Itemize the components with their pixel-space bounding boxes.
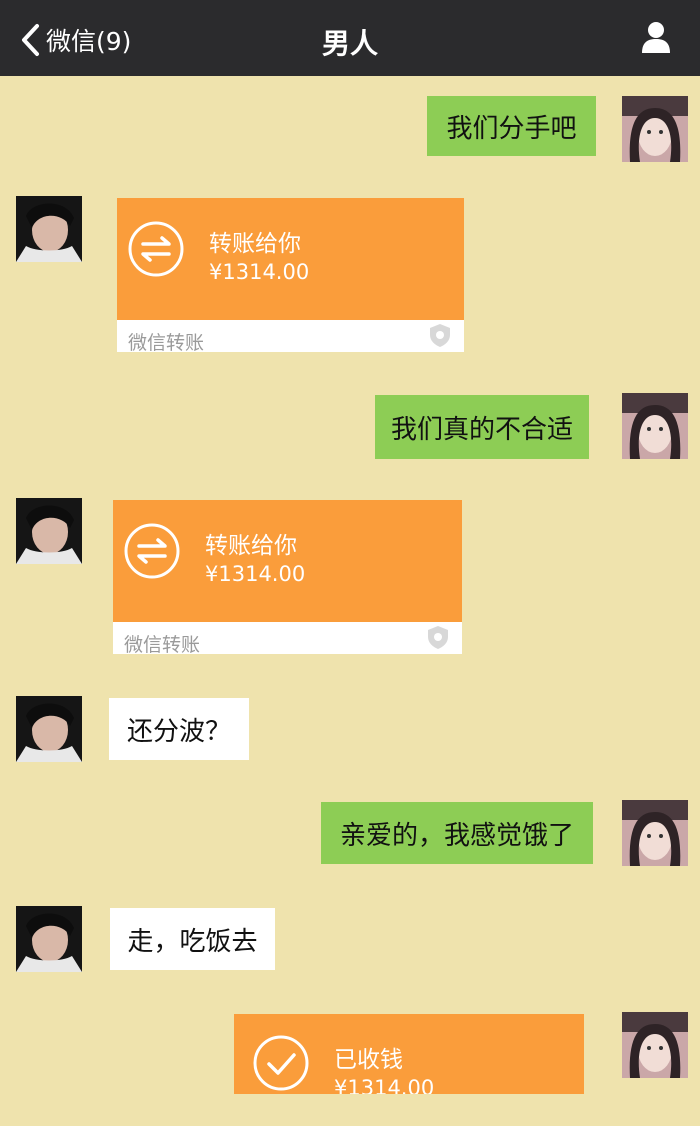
received-transfer-card[interactable]: 已收钱 ¥1314.00 xyxy=(234,1014,584,1094)
my-message-bubble[interactable]: 我们真的不合适 xyxy=(375,395,589,459)
message-row: 走，吃饭去 xyxy=(0,906,700,972)
message-row: 亲爱的，我感觉饿了 xyxy=(0,800,700,866)
their-avatar[interactable] xyxy=(16,498,82,564)
their-message-bubble[interactable]: 还分波？ xyxy=(109,698,249,760)
transfer-arrows-icon xyxy=(124,523,180,579)
message-row: 转账给你 ¥1314.00 微信转账 xyxy=(0,498,700,654)
their-avatar[interactable] xyxy=(16,196,82,262)
transfer-card-header: 转账给你 ¥1314.00 xyxy=(117,198,464,320)
transfer-title: 转账给你 xyxy=(205,533,297,559)
my-avatar[interactable] xyxy=(622,1012,688,1078)
message-row: 还分波？ xyxy=(0,696,700,762)
transfer-card-header: 转账给你 ¥1314.00 xyxy=(113,500,462,622)
my-avatar[interactable] xyxy=(622,393,688,459)
message-row: 转账给你 ¥1314.00 微信转账 xyxy=(0,196,700,352)
transfer-footer-label: 微信转账 xyxy=(128,332,205,352)
message-row: 我们真的不合适 xyxy=(0,393,700,459)
transfer-footer-label: 微信转账 xyxy=(124,634,201,654)
my-avatar[interactable] xyxy=(622,800,688,866)
their-avatar[interactable] xyxy=(16,906,82,972)
transfer-amount: ¥1314.00 xyxy=(205,562,306,586)
received-transfer-amount: ¥1314.00 xyxy=(334,1076,435,1094)
my-message-bubble[interactable]: 亲爱的，我感觉饿了 xyxy=(321,802,593,864)
top-bar: 微信(9) 男人 xyxy=(0,0,700,76)
transfer-amount: ¥1314.00 xyxy=(209,260,310,284)
my-message-bubble[interactable]: 我们分手吧 xyxy=(427,96,596,156)
shield-icon xyxy=(430,324,450,347)
their-avatar[interactable] xyxy=(16,696,82,762)
their-message-bubble[interactable]: 走，吃饭去 xyxy=(110,908,275,970)
message-row: 已收钱 ¥1314.00 xyxy=(0,1012,700,1094)
transfer-title: 转账给你 xyxy=(209,231,301,257)
transfer-card[interactable]: 转账给你 ¥1314.00 微信转账 xyxy=(117,198,464,352)
checkmark-icon xyxy=(253,1035,309,1091)
received-transfer-title: 已收钱 xyxy=(334,1047,403,1073)
my-avatar[interactable] xyxy=(622,96,688,162)
message-row: 我们分手吧 xyxy=(0,96,700,162)
chat-title: 男人 xyxy=(321,27,378,60)
shield-icon xyxy=(428,626,448,649)
transfer-arrows-icon xyxy=(128,221,184,277)
person-icon[interactable] xyxy=(640,20,672,54)
transfer-card[interactable]: 转账给你 ¥1314.00 微信转账 xyxy=(113,500,462,654)
